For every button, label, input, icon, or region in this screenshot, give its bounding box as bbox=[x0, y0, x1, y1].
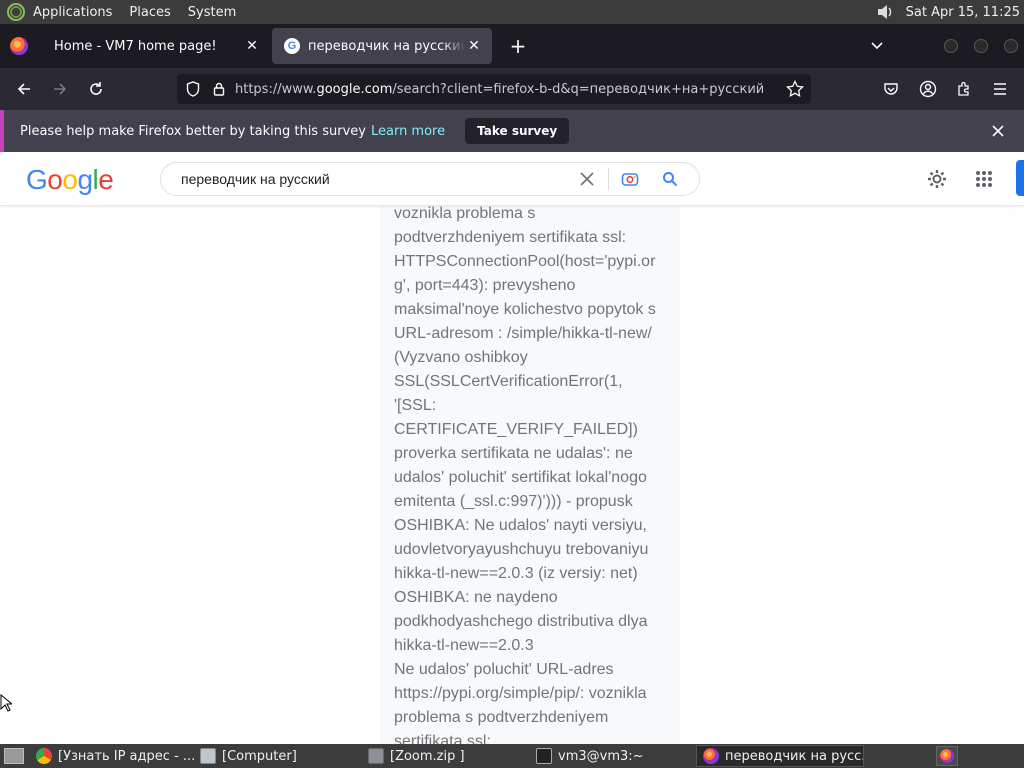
google-apps-grid-icon[interactable] bbox=[969, 164, 999, 194]
survey-notification-bar: Please help make Firefox better by takin… bbox=[0, 110, 1024, 152]
tab-strip: Home - VM7 home page! ✕ G переводчик на … bbox=[0, 24, 1024, 68]
taskbar-item-terminal[interactable]: vm3@vm3:~ bbox=[530, 745, 696, 767]
places-menu[interactable]: Places bbox=[129, 5, 170, 20]
search-magnifier-icon[interactable] bbox=[655, 164, 685, 194]
translation-snippet-text: voznikla problema s podtverzhdeniyem ser… bbox=[394, 206, 656, 744]
logo-letter: G bbox=[26, 164, 48, 195]
logo-letter: o bbox=[62, 164, 78, 195]
list-all-tabs-chevron-icon[interactable] bbox=[866, 36, 888, 56]
pocket-icon[interactable] bbox=[876, 74, 906, 104]
applications-menu[interactable]: Applications bbox=[33, 5, 112, 20]
google-search-box[interactable] bbox=[160, 162, 700, 196]
gnome-foot-icon[interactable] bbox=[7, 3, 25, 21]
taskbar-item-computer[interactable]: [Computer] bbox=[194, 745, 362, 767]
taskbar-item-firefox[interactable]: переводчик на русс... bbox=[696, 745, 864, 767]
logo-letter: o bbox=[47, 164, 63, 195]
search-results-area: voznikla problema s podtverzhdeniyem ser… bbox=[0, 206, 1024, 744]
tab-title: переводчик на русский - Google bbox=[308, 38, 466, 54]
address-bar[interactable]: https://www.google.com/search?client=fir… bbox=[177, 74, 811, 104]
mouse-pointer-icon bbox=[0, 694, 12, 712]
volume-icon[interactable] bbox=[874, 1, 896, 23]
tab-google-search[interactable]: G переводчик на русский - Google ✕ bbox=[272, 28, 492, 64]
tab-close-icon[interactable]: ✕ bbox=[466, 38, 482, 54]
lock-icon[interactable] bbox=[209, 79, 229, 99]
search-input[interactable] bbox=[181, 171, 572, 187]
bookmark-star-icon[interactable] bbox=[785, 79, 805, 99]
url-path: /search?client=firefox-b-d&q=переводчик+… bbox=[392, 81, 765, 97]
computer-icon bbox=[200, 748, 216, 764]
taskbar-item-archive[interactable]: [Zoom.zip ] bbox=[362, 745, 530, 767]
lens-camera-icon[interactable] bbox=[615, 164, 645, 194]
google-header: Google bbox=[0, 152, 1024, 206]
close-window-button[interactable] bbox=[1004, 39, 1018, 53]
taskbar-label: [Узнать IP адрес - ... bbox=[58, 748, 194, 764]
taskbar-label: vm3@vm3:~ bbox=[558, 748, 644, 764]
system-menu[interactable]: System bbox=[188, 5, 236, 20]
logo-letter: e bbox=[98, 164, 114, 195]
google-logo[interactable]: Google bbox=[26, 164, 114, 196]
chrome-icon bbox=[36, 748, 52, 764]
archive-icon bbox=[368, 748, 384, 764]
new-tab-button[interactable]: + bbox=[504, 32, 532, 60]
forward-arrow-icon[interactable] bbox=[45, 74, 75, 104]
firefox-icon bbox=[703, 748, 719, 764]
url-prefix: https://www. bbox=[235, 81, 317, 97]
terminal-icon bbox=[536, 748, 552, 764]
extensions-puzzle-icon[interactable] bbox=[949, 74, 979, 104]
back-arrow-icon[interactable] bbox=[9, 74, 39, 104]
bottom-taskbar: [Узнать IP адрес - ... [Computer] [Zoom.… bbox=[0, 744, 1024, 768]
taskbar-label: [Computer] bbox=[222, 748, 297, 764]
notification-text: Please help make Firefox better by takin… bbox=[20, 123, 366, 139]
tab-home[interactable]: Home - VM7 home page! ✕ bbox=[42, 28, 270, 64]
search-divider bbox=[608, 168, 609, 190]
taskbar-label: переводчик на русс... bbox=[725, 748, 864, 764]
minimize-button[interactable] bbox=[944, 39, 958, 53]
firefox-tray-icon[interactable] bbox=[936, 746, 958, 766]
learn-more-link[interactable]: Learn more bbox=[371, 124, 445, 139]
tab-close-icon[interactable]: ✕ bbox=[244, 38, 260, 54]
tracking-protection-shield-icon[interactable] bbox=[183, 79, 203, 99]
take-survey-button[interactable]: Take survey bbox=[465, 118, 570, 144]
clear-search-icon[interactable] bbox=[572, 164, 602, 194]
top-panel: Applications Places System Sat Apr 15, 1… bbox=[0, 0, 1024, 24]
taskbar-label: [Zoom.zip ] bbox=[390, 748, 465, 764]
maximize-button[interactable] bbox=[974, 39, 988, 53]
tab-title: Home - VM7 home page! bbox=[54, 38, 217, 54]
hamburger-menu-icon[interactable] bbox=[985, 74, 1015, 104]
panel-clock[interactable]: Sat Apr 15, 11:25 bbox=[906, 5, 1020, 20]
close-notification-icon[interactable] bbox=[988, 121, 1008, 141]
url-text[interactable]: https://www.google.com/search?client=fir… bbox=[235, 82, 785, 97]
google-favicon-icon: G bbox=[284, 38, 300, 54]
settings-gear-icon[interactable] bbox=[922, 164, 952, 194]
logo-letter: g bbox=[77, 164, 93, 195]
taskbar-item-chrome[interactable]: [Узнать IP адрес - ... bbox=[30, 745, 194, 767]
firefox-view-icon[interactable] bbox=[10, 37, 28, 55]
navigation-toolbar: https://www.google.com/search?client=fir… bbox=[0, 68, 1024, 110]
url-host: google.com bbox=[316, 81, 393, 97]
reload-icon[interactable] bbox=[81, 74, 111, 104]
show-desktop-icon[interactable] bbox=[4, 748, 24, 764]
sign-in-button[interactable] bbox=[1016, 160, 1024, 196]
account-icon[interactable] bbox=[913, 74, 943, 104]
